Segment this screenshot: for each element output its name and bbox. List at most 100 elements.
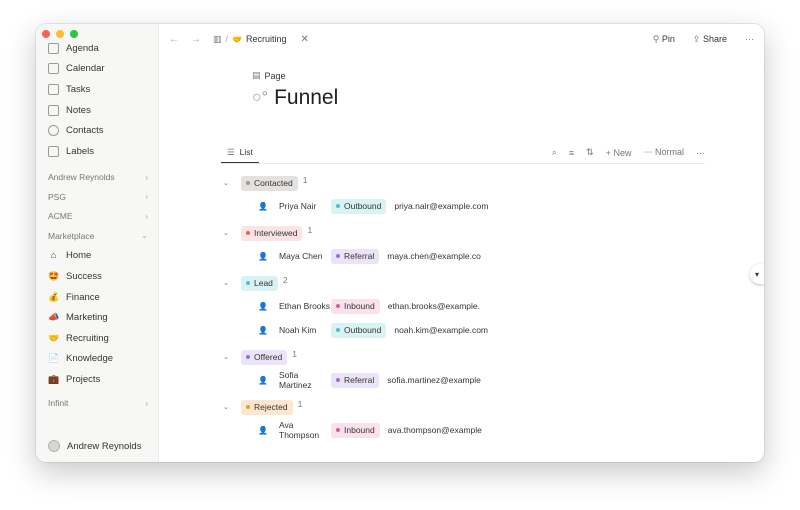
source-label: Inbound [344,425,375,435]
page-icon: ▤ [252,70,261,80]
share-button[interactable]: ⇪ Share [693,34,727,45]
plus-icon: + [605,147,611,158]
chevron-right-icon: › [145,211,148,221]
sidebar-item-marketing[interactable]: 📣 Marketing [36,307,158,328]
source-dot-icon [336,428,340,432]
source-tag: Referral [331,248,380,264]
chevron-down-icon[interactable]: ⌄ [223,353,233,361]
source-label: Outbound [344,325,382,335]
status-tag: Contacted [241,175,298,191]
person-icon: 👤 [258,375,268,385]
group-label: ACME [48,211,73,222]
list-item[interactable]: 👤 Priya Nair Outbound priya.nair@example.co… [221,194,705,218]
notes-icon [48,104,59,116]
status-tag: Rejected [241,399,293,415]
labels-icon [48,145,59,157]
sort-icon[interactable]: ⇅ [586,147,594,158]
sidebar-group-andrew-reynolds[interactable]: Andrew Reynolds › [36,168,158,188]
list-item[interactable]: 👤 Noah Kim Outbound noah.kim@example.com [221,318,705,342]
list-item[interactable]: 👤 Sofia Martinez Referral sofia.martinez@ex… [221,368,705,392]
list-item[interactable]: 👤 Ethan Brooks Inbound ethan.brooks@example… [221,294,705,318]
sidebar-item-agenda[interactable]: Agenda [36,38,158,59]
maximize-window-button[interactable] [70,30,78,38]
forward-arrow-icon[interactable]: → [191,34,201,45]
source-label: Referral [344,251,375,261]
group-header[interactable]: ⌄ Interviewed 1 [221,224,705,242]
status-dot-icon [246,231,250,235]
calendar-icon [48,63,59,75]
contact-email: maya.chen@example.co [387,251,481,261]
sidebar-group-infinit[interactable]: Infinit › [36,394,158,414]
sidebar-item-projects[interactable]: 💼 Projects [36,369,158,390]
pin-button[interactable]: ⚲ Pin [653,34,675,45]
home-icon: ⌂ [50,250,57,261]
status-dot-icon [246,405,250,409]
sidebar-item-contacts[interactable]: Contacts [36,120,158,141]
minimize-window-button[interactable] [56,30,64,38]
status-dot-icon [246,281,250,285]
window-controls [42,30,78,38]
group-header[interactable]: ⌄ Offered 1 [221,348,705,366]
search-icon[interactable]: ⌕ [552,147,557,158]
sidebar-item-label: Agenda [66,42,99,54]
group-count: 2 [282,275,288,285]
source-tag: Referral [331,372,380,388]
sidebar-group-marketplace[interactable]: Marketplace ⌄ [36,226,158,246]
handshake-icon: 🤝 [232,34,242,44]
source-label: Inbound [344,301,375,311]
back-arrow-icon[interactable]: ← [169,34,179,45]
group-label: Marketplace [48,230,95,241]
chevron-down-icon[interactable]: ⌄ [223,403,233,411]
sidebar-item-home[interactable]: ⌂ Home [36,246,158,267]
sidebar-item-finance[interactable]: 💰 Finance [36,287,158,308]
sidebar-item-success[interactable]: 🤩 Success [36,266,158,287]
workspace-icon[interactable]: ▥ [213,34,222,45]
source-tag: Outbound [331,198,387,214]
new-label: New [613,147,632,158]
page-title-text[interactable]: Funnel [274,86,338,110]
group-count: 1 [307,225,313,235]
chevron-down-icon[interactable]: ⌄ [223,279,233,287]
contact-name: Ava Thompson [279,420,320,440]
user-account-button[interactable]: Andrew Reynolds [48,440,141,452]
group-header[interactable]: ⌄ Contacted 1 [221,174,705,192]
sidebar-item-notes[interactable]: Notes [36,100,158,121]
density-icon: ⋯ [643,147,653,157]
breadcrumb-current[interactable]: Recruiting [246,34,287,44]
contact-name: Priya Nair [279,201,317,211]
list-item[interactable]: 👤 Ava Thompson Inbound ava.thompson@example [221,418,705,442]
density-button[interactable]: ⋯ Normal [643,147,684,158]
close-window-button[interactable] [42,30,50,38]
status-label: Contacted [254,178,293,188]
status-group: ⌄ Offered 1 👤 Sofia Martinez Referral sofia.ma… [221,348,705,392]
pin-icon: ⚲ [652,33,660,44]
sidebar-group-psg[interactable]: PSG › [36,187,158,207]
person-icon: 👤 [258,425,268,435]
tab-list[interactable]: ☰ List [221,142,259,163]
contact-email: noah.kim@example.com [394,325,489,335]
collapse-panel-button[interactable]: ▾ [750,264,764,284]
sidebar-group-acme[interactable]: ACME › [36,207,158,227]
group-label: Andrew Reynolds [48,172,115,183]
sidebar-item-tasks[interactable]: Tasks [36,79,158,100]
more-options-button[interactable]: ··· [745,34,754,44]
chevron-down-icon[interactable]: ⌄ [223,179,233,187]
status-label: Offered [254,352,283,362]
source-dot-icon [336,328,340,332]
group-header[interactable]: ⌄ Rejected 1 [221,398,705,416]
status-tag: Lead [241,275,278,291]
sidebar-item-knowledge[interactable]: 📄 Knowledge [36,349,158,370]
sidebar-item-label: Knowledge [66,353,114,365]
close-icon[interactable]: ✕ [301,34,309,45]
group-header[interactable]: ⌄ Lead 2 [221,274,705,292]
source-dot-icon [336,304,340,308]
sidebar-item-calendar[interactable]: Calendar [36,59,158,80]
page-title: ○° Funnel [252,86,338,110]
sidebar-item-labels[interactable]: Labels [36,141,158,162]
chevron-down-icon[interactable]: ⌄ [223,229,233,237]
list-item[interactable]: 👤 Maya Chen Referral maya.chen@example.co [221,244,705,268]
sidebar-item-recruiting[interactable]: 🤝 Recruiting [36,328,158,349]
new-button[interactable]: + New [606,148,632,158]
view-more-button[interactable]: ··· [696,148,705,158]
filter-icon[interactable]: ≡ [569,148,574,158]
